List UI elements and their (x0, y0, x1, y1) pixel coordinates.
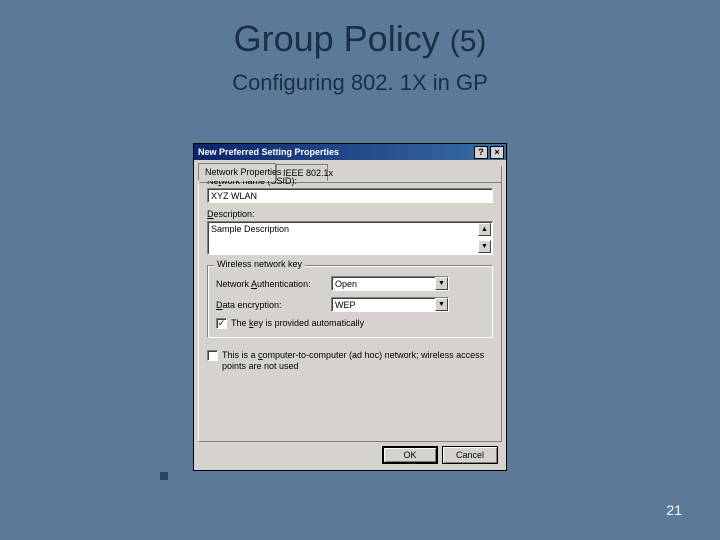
key-auto-checkbox[interactable]: ✓ (216, 318, 227, 329)
page-number: 21 (666, 502, 682, 518)
bullet-icon (160, 472, 168, 480)
encryption-label: Data encryption: (216, 300, 331, 310)
encryption-combo[interactable]: WEP ▼ (331, 297, 449, 312)
close-button[interactable]: × (490, 146, 504, 159)
title-number: (5) (450, 25, 487, 58)
slide-subtitle: Configuring 802. 1X in GP (0, 70, 720, 96)
chevron-down-icon[interactable]: ▼ (435, 277, 448, 290)
titlebar[interactable]: New Preferred Setting Properties ? × (194, 144, 506, 160)
scroll-down-icon[interactable]: ▼ (478, 240, 491, 253)
key-auto-label: The key is provided automatically (231, 318, 364, 329)
description-input[interactable]: Sample Description ▲ ▼ (207, 221, 493, 255)
group-title: Wireless network key (214, 259, 305, 269)
help-button[interactable]: ? (474, 146, 488, 159)
tab-panel: Network name (SSID): Description: Sample… (198, 166, 502, 442)
dialog-buttons: OK Cancel (382, 446, 498, 464)
ok-button[interactable]: OK (382, 446, 438, 464)
encryption-value: WEP (335, 300, 356, 310)
wireless-key-group: Wireless network key Network Authenticat… (207, 265, 493, 338)
ssid-input[interactable] (207, 188, 493, 203)
chevron-down-icon[interactable]: ▼ (435, 298, 448, 311)
slide-title: Group Policy (5) (0, 18, 720, 60)
adhoc-checkbox[interactable] (207, 350, 218, 361)
description-value: Sample Description (211, 224, 289, 234)
authentication-combo[interactable]: Open ▼ (331, 276, 449, 291)
title-main: Group Policy (234, 18, 440, 59)
adhoc-label: This is a computer-to-computer (ad hoc) … (222, 350, 493, 372)
properties-dialog: New Preferred Setting Properties ? × Net… (193, 143, 507, 471)
cancel-button[interactable]: Cancel (442, 446, 498, 464)
authentication-value: Open (335, 279, 357, 289)
description-label: Description: (207, 209, 493, 219)
tab-network-properties[interactable]: Network Properties (198, 163, 276, 181)
dialog-title: New Preferred Setting Properties (196, 147, 472, 157)
scroll-up-icon[interactable]: ▲ (478, 223, 491, 236)
authentication-label: Network Authentication: (216, 279, 331, 289)
